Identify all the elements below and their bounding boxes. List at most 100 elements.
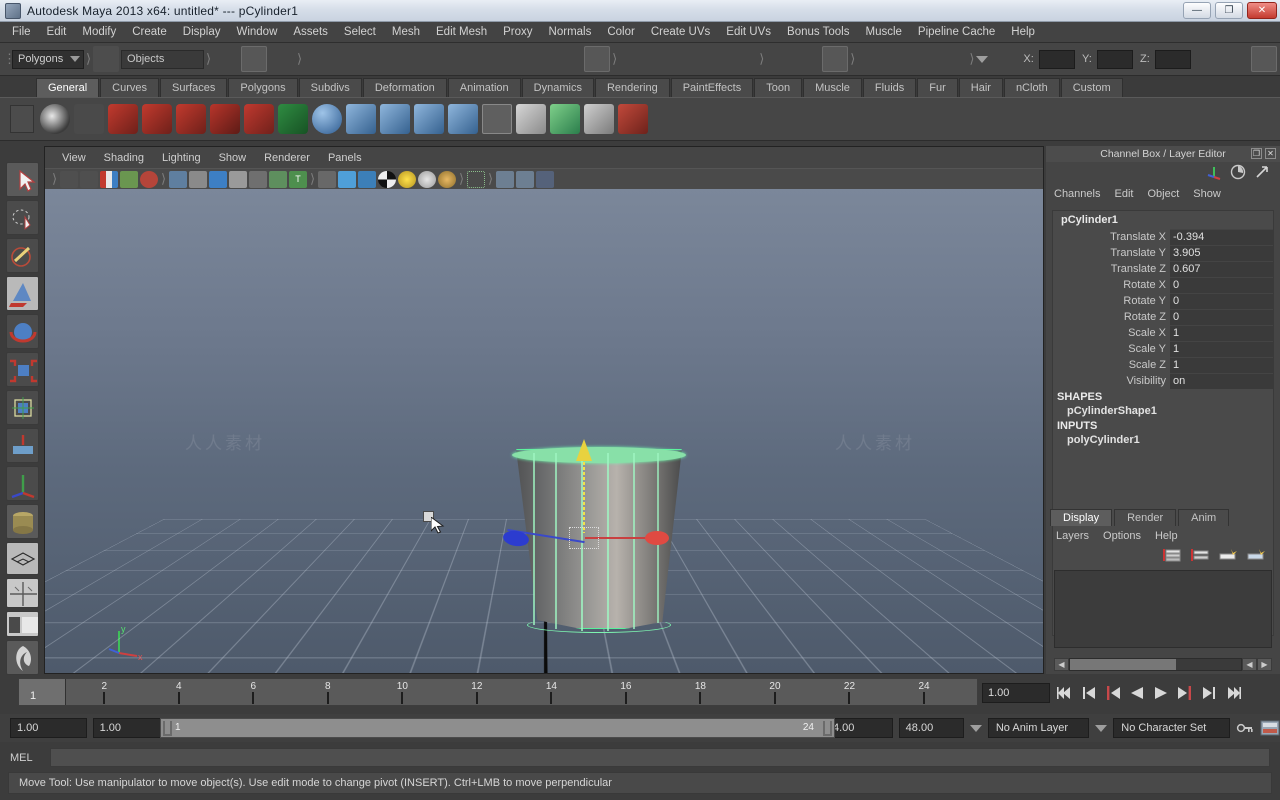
mask-deformations-icon[interactable] [444, 46, 470, 72]
shelf-tab-toon[interactable]: Toon [754, 78, 803, 97]
redo-arrow-icon[interactable] [278, 104, 308, 134]
menu-item-muscle[interactable]: Muscle [857, 24, 909, 40]
channelbox-menu-channels[interactable]: Channels [1054, 188, 1100, 200]
select-by-object-icon[interactable] [241, 46, 268, 72]
select-camera-icon[interactable] [60, 170, 78, 188]
parent-objects-icon[interactable] [380, 104, 410, 134]
channel-row[interactable]: Translate Z 0.607 [1053, 261, 1273, 277]
close-button[interactable]: ✕ [1247, 2, 1277, 19]
snap-to-point-icon[interactable] [675, 46, 701, 72]
ipr-render-icon[interactable] [885, 46, 911, 72]
channel-label[interactable]: Rotate Y [1053, 295, 1170, 307]
viewport-menu-show[interactable]: Show [210, 150, 256, 166]
channel-box-toggle-icon[interactable] [1230, 164, 1246, 183]
delete-history-icon[interactable] [312, 104, 342, 134]
shelf-tab-subdivs[interactable]: Subdivs [298, 78, 362, 97]
resolution-gate-icon[interactable] [209, 170, 227, 188]
channel-row[interactable]: Translate Y 3.905 [1053, 245, 1273, 261]
animation-preferences-icon[interactable] [1260, 719, 1280, 737]
menuset-dropdown[interactable]: Polygons [12, 49, 84, 69]
create-camera-aim-icon[interactable] [142, 104, 172, 134]
menu-item-help[interactable]: Help [1003, 24, 1043, 40]
range-start-time-field[interactable]: 1.00 [92, 718, 162, 738]
shelf-tab-ncloth[interactable]: nCloth [1003, 78, 1060, 97]
viewport-menu-view[interactable]: View [53, 150, 95, 166]
mask-rendering-icon[interactable] [500, 46, 526, 72]
viewport-menu-renderer[interactable]: Renderer [255, 150, 319, 166]
character-set-dropdown-icon[interactable] [1095, 724, 1108, 732]
channel-value[interactable]: 1 [1170, 325, 1273, 341]
go-to-start-button[interactable] [1056, 684, 1074, 702]
shelf-tab-fluids[interactable]: Fluids [862, 78, 917, 97]
menu-item-create[interactable]: Create [124, 24, 175, 40]
shapes-item[interactable]: pCylinderShape1 [1053, 404, 1273, 418]
step-back-frame-button[interactable] [1104, 684, 1122, 702]
wireframe-shading-icon[interactable] [318, 170, 336, 188]
paint-selection-tool-button[interactable] [6, 238, 39, 273]
show-channel-box-icon[interactable] [1250, 46, 1277, 72]
axis-z-input[interactable] [1154, 49, 1191, 69]
select-by-component-icon[interactable] [269, 46, 295, 72]
channelbox-menu-show[interactable]: Show [1193, 188, 1221, 200]
channel-label[interactable]: Scale X [1053, 327, 1170, 339]
channel-row[interactable]: Scale X1 [1053, 325, 1273, 341]
select-tool-button[interactable] [6, 162, 39, 197]
last-tool-used-button[interactable] [6, 466, 39, 501]
play-forwards-button[interactable] [1152, 684, 1170, 702]
shelf-tab-hair[interactable]: Hair [958, 78, 1003, 97]
show-manipulators-icon[interactable] [1206, 164, 1222, 183]
two-d-pan-zoom-icon[interactable] [140, 170, 158, 188]
animation-end-time-field[interactable]: 48.00 [898, 718, 964, 738]
new-layer-from-selected-icon[interactable] [1162, 548, 1182, 565]
shelf-tab-custom[interactable]: Custom [1060, 78, 1123, 97]
channel-value[interactable]: 3.905 [1170, 245, 1273, 261]
safe-title-icon[interactable]: T [289, 170, 307, 188]
new-empty-layer-icon[interactable] [1190, 548, 1210, 565]
selection-mask-hierarchy-icon[interactable] [93, 46, 120, 72]
scroll-right-button[interactable]: ▶ [1257, 658, 1272, 671]
lasso-tool-button[interactable] [6, 200, 39, 235]
inputs-item[interactable]: polyCylinder1 [1053, 433, 1273, 447]
shelf-tab-deformation[interactable]: Deformation [362, 78, 447, 97]
layer-menu-options[interactable]: Options [1103, 530, 1141, 542]
mask-handles-icon[interactable] [332, 46, 358, 72]
layer-tab-render[interactable]: Render [1114, 509, 1177, 526]
menu-item-select[interactable]: Select [336, 24, 384, 40]
stereo-camera-icon[interactable] [210, 104, 240, 134]
create-camera-aim-up-icon[interactable] [176, 104, 206, 134]
animation-start-time-field[interactable]: 1.00 [10, 718, 87, 738]
menu-item-bonus-tools[interactable]: Bonus Tools [779, 24, 857, 40]
output-connections-icon[interactable] [794, 46, 820, 72]
snap-to-view-plane-icon[interactable] [731, 46, 757, 72]
manipulator-y-handle[interactable] [576, 439, 592, 461]
mask-dynamics-icon[interactable] [472, 46, 498, 72]
use-all-lights-icon[interactable] [418, 170, 436, 188]
range-start-handle[interactable] [163, 721, 172, 736]
layer-menu-help[interactable]: Help [1155, 530, 1178, 542]
shelf-tab-animation[interactable]: Animation [447, 78, 521, 97]
safe-action-icon[interactable] [269, 170, 287, 188]
range-end-handle[interactable] [823, 721, 832, 736]
field-chart-icon[interactable] [249, 170, 267, 188]
show-tool-settings-icon[interactable] [1223, 46, 1249, 72]
step-forward-key-button[interactable] [1200, 684, 1218, 702]
mask-curves-icon[interactable] [388, 46, 414, 72]
axis-x-input[interactable] [1038, 49, 1076, 69]
xray-display-icon[interactable] [496, 170, 514, 188]
mask-joints-icon[interactable] [360, 46, 386, 72]
move-tool-button[interactable] [6, 276, 39, 311]
create-camera-icon[interactable] [108, 104, 138, 134]
hotbox-paint-effects-button[interactable] [6, 640, 39, 675]
image-plane-icon[interactable] [120, 170, 138, 188]
isolate-select-icon[interactable] [467, 170, 485, 188]
snap-to-grid-icon[interactable] [619, 46, 645, 72]
channel-value[interactable]: on [1170, 373, 1273, 389]
bookmarks-icon[interactable] [100, 170, 118, 188]
selection-mask-field[interactable]: Objects [121, 49, 204, 69]
rotate-tool-button[interactable] [6, 314, 39, 349]
hypershade-render-icon[interactable] [941, 46, 967, 72]
snap-to-curve-icon[interactable] [647, 46, 673, 72]
menu-item-mesh[interactable]: Mesh [384, 24, 428, 40]
shelf-tab-general[interactable]: General [36, 78, 100, 97]
help-question-icon[interactable] [74, 104, 104, 134]
